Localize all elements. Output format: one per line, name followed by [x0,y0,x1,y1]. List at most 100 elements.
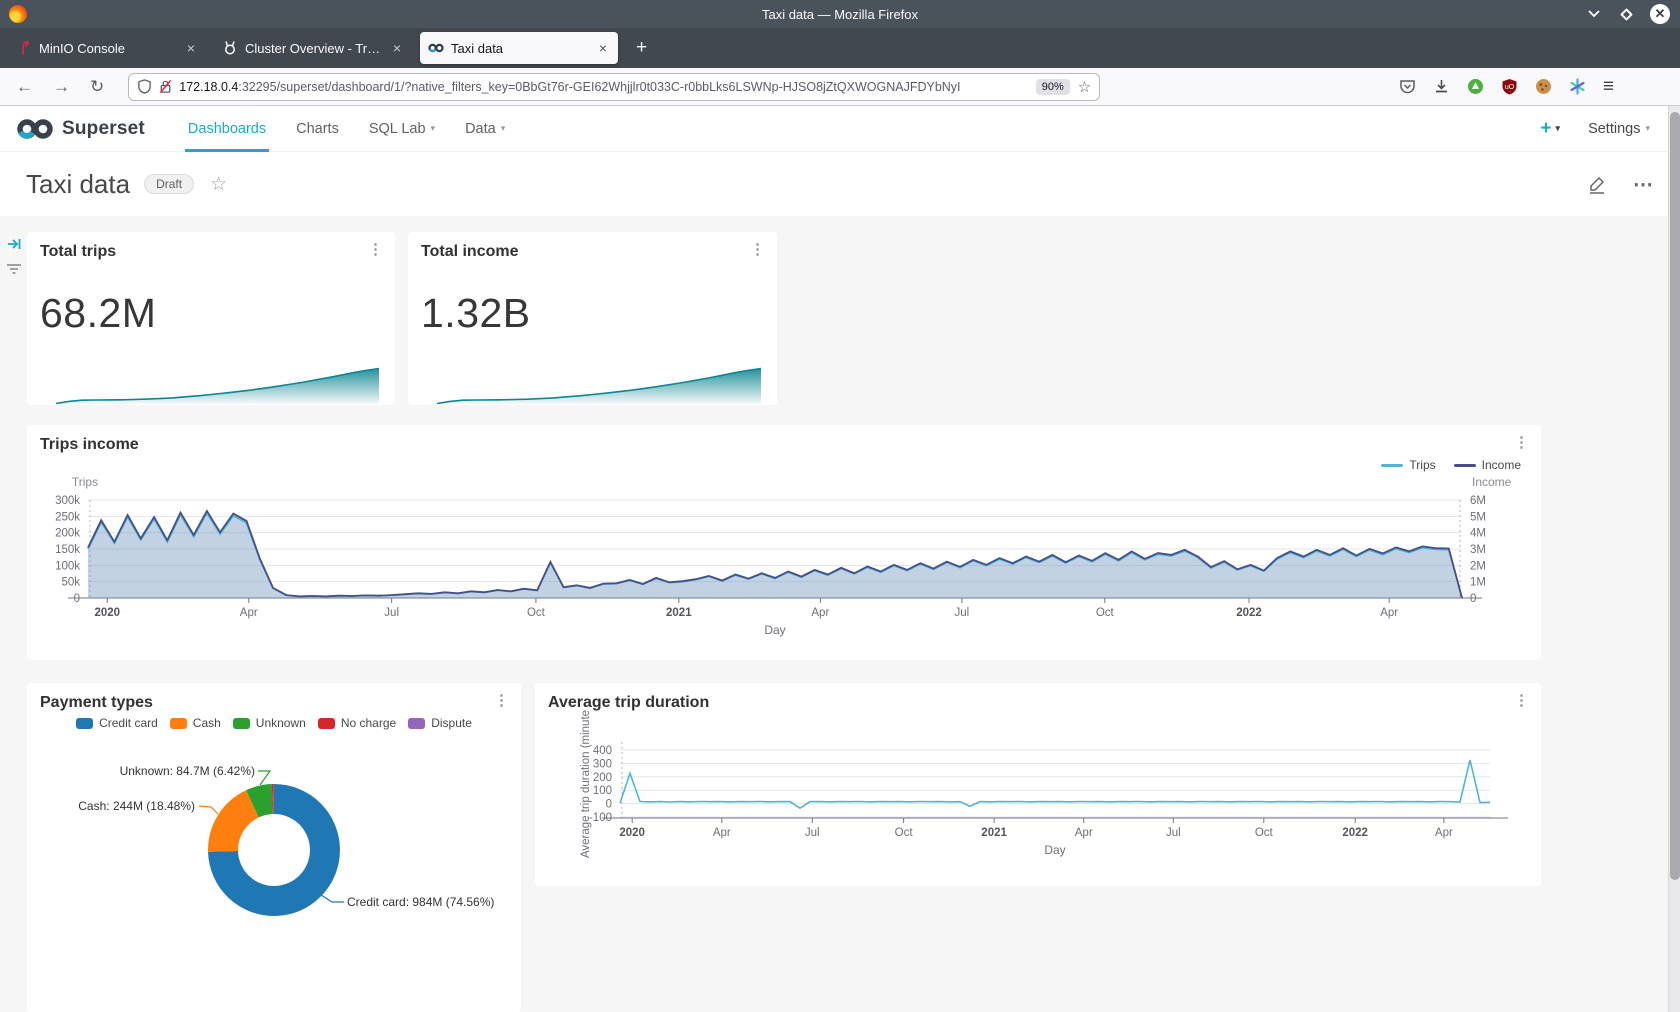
tab-taxi-data[interactable]: Taxi data × [420,32,618,64]
x-tick-label: Apr [1380,607,1398,619]
tab-title: Taxi data [451,41,589,56]
forward-button[interactable]: → [43,77,80,97]
tab-title: MinIO Console [39,41,177,56]
reload-button[interactable]: ↻ [80,77,114,97]
settings-menu[interactable]: Settings▾ [1588,121,1650,137]
window-maximize-button[interactable] [1618,6,1634,22]
window-titlebar: Taxi data — Mozilla Firefox ✕ [0,0,1680,28]
privacy-badger-icon[interactable] [1467,78,1484,95]
page-title: Taxi data [26,169,130,200]
x-tick-label: 2021 [981,827,1007,839]
donut-leader-line [199,806,218,814]
card-payment-types: Payment types ⋮ Credit cardCashUnknownNo… [27,683,521,1012]
superset-page: Superset Dashboards Charts SQL Lab▾ Data… [0,106,1680,1012]
y-right-tick-label: 6M [1470,495,1486,507]
kebab-menu-icon[interactable]: ⋮ [750,240,765,258]
downloads-icon[interactable] [1433,78,1450,95]
expand-filter-bar-icon[interactable] [6,236,22,252]
containers-icon[interactable] [1569,78,1586,95]
back-button[interactable]: ← [6,77,43,97]
chevron-down-icon: ▾ [501,123,506,134]
chevron-down-icon: ▾ [431,123,436,134]
x-tick-label: Jul [1166,827,1181,839]
y-tick-label: 0 [606,799,612,811]
new-tab-button[interactable]: + [626,37,657,59]
url-bar[interactable]: 172.18.0.4:32295/superset/dashboard/1/?n… [128,73,1100,101]
sparkline-area [56,369,379,405]
y-tick-label: 400 [593,745,612,757]
more-options-icon[interactable]: ⋯ [1633,172,1654,197]
tab-close-icon[interactable]: × [390,40,404,56]
svg-text:uO: uO [1505,84,1515,91]
card-total-trips: Total trips ⋮ 68.2M [27,232,395,405]
y-left-tick-label: 250k [55,511,80,523]
brand-name: Superset [62,118,145,140]
scrollbar-thumb[interactable] [1670,112,1680,880]
nav-item-dashboards[interactable]: Dashboards [173,106,281,152]
donut-label-credit-card: Credit card: 984M (74.56%) [347,895,494,909]
y-tick-label: 300 [593,758,612,770]
browser-toolbar: ← → ↻ 172.18.0.4:32295/superset/dashboar… [0,68,1680,106]
status-badge: Draft [144,174,194,194]
ublock-origin-icon[interactable]: uO [1501,78,1518,95]
dashboard-header: Taxi data Draft ☆ ⋯ [0,152,1680,216]
payment-types-donut[interactable] [27,683,521,1012]
y-left-axis-title: Trips [72,475,98,489]
tab-close-icon[interactable]: × [184,40,198,56]
window-minimize-button[interactable] [1586,6,1602,22]
superset-infinity-icon [16,118,54,140]
y-axis-title: Average trip duration (minute [580,710,592,858]
sparkline-area [437,369,761,405]
zoom-level-badge[interactable]: 90% [1036,79,1070,95]
url-host: 172.18.0.4 [179,80,238,94]
x-tick-label: Jul [384,607,399,619]
superset-logo[interactable]: Superset [16,118,145,140]
favorite-star-icon[interactable]: ☆ [210,173,227,196]
edit-pencil-icon[interactable] [1587,174,1607,194]
url-text[interactable]: 172.18.0.4:32295/superset/dashboard/1/?n… [179,80,1036,94]
average-trip-duration-chart[interactable]: 4003002001000-1002020AprJulOct2021AprJul… [535,683,1541,886]
cookie-icon[interactable] [1535,78,1552,95]
kebab-menu-icon[interactable]: ⋮ [368,240,383,258]
kpi-value: 1.32B [421,290,531,337]
pocket-icon[interactable] [1399,78,1416,95]
url-path: :32295/superset/dashboard/1/?native_filt… [238,80,960,94]
x-tick-label: Apr [811,607,829,619]
tracking-shield-icon[interactable] [137,79,152,94]
window-close-button[interactable]: ✕ [1650,4,1670,24]
card-average-trip-duration: Average trip duration ⋮ 4003002001000-10… [535,683,1541,886]
y-right-tick-label: 3M [1470,544,1486,556]
trips-income-chart[interactable]: 300k6M250k5M200k4M150k3M100k2M50k1M00Tri… [27,425,1541,660]
nav-item-sql-lab[interactable]: SQL Lab▾ [354,106,450,152]
tab-title: Cluster Overview - Trino [245,41,383,56]
bookmark-star-icon[interactable]: ☆ [1078,78,1091,96]
tab-minio-console[interactable]: MinIO Console × [8,32,206,64]
x-tick-label: 2020 [619,827,645,839]
x-tick-label: Oct [895,827,914,839]
trino-icon [222,40,238,56]
insecure-lock-icon[interactable] [158,79,173,94]
x-tick-label: Apr [713,827,731,839]
superset-tab-icon [428,40,444,56]
nav-item-data[interactable]: Data▾ [450,106,520,152]
tab-cluster-overview-trino[interactable]: Cluster Overview - Trino × [214,32,412,64]
y-left-tick-label: 200k [55,528,80,540]
menu-hamburger-icon[interactable]: ≡ [1603,76,1614,98]
total-trips-sparkline[interactable] [55,361,380,405]
nav-item-charts[interactable]: Charts [281,106,354,152]
y-right-tick-label: 5M [1470,511,1486,523]
filter-funnel-icon[interactable] [6,260,22,276]
new-item-button[interactable]: +▾ [1540,118,1560,140]
x-tick-label: Oct [1096,607,1115,619]
tab-strip: MinIO Console × Cluster Overview - Trino… [0,28,1680,68]
chart-title: Total trips [40,243,116,261]
dashboard-body: Total trips ⋮ 68.2M Total income ⋮ 1.32B… [0,216,1680,1012]
x-tick-label: Apr [240,607,258,619]
total-income-sparkline[interactable] [436,361,762,405]
x-tick-label: Jul [955,607,970,619]
page-scrollbar[interactable] [1668,106,1680,1012]
y-tick-label: 100 [593,785,612,797]
tab-close-icon[interactable]: × [596,40,610,56]
x-axis-title: Day [1044,843,1065,857]
x-tick-label: 2021 [666,607,692,619]
